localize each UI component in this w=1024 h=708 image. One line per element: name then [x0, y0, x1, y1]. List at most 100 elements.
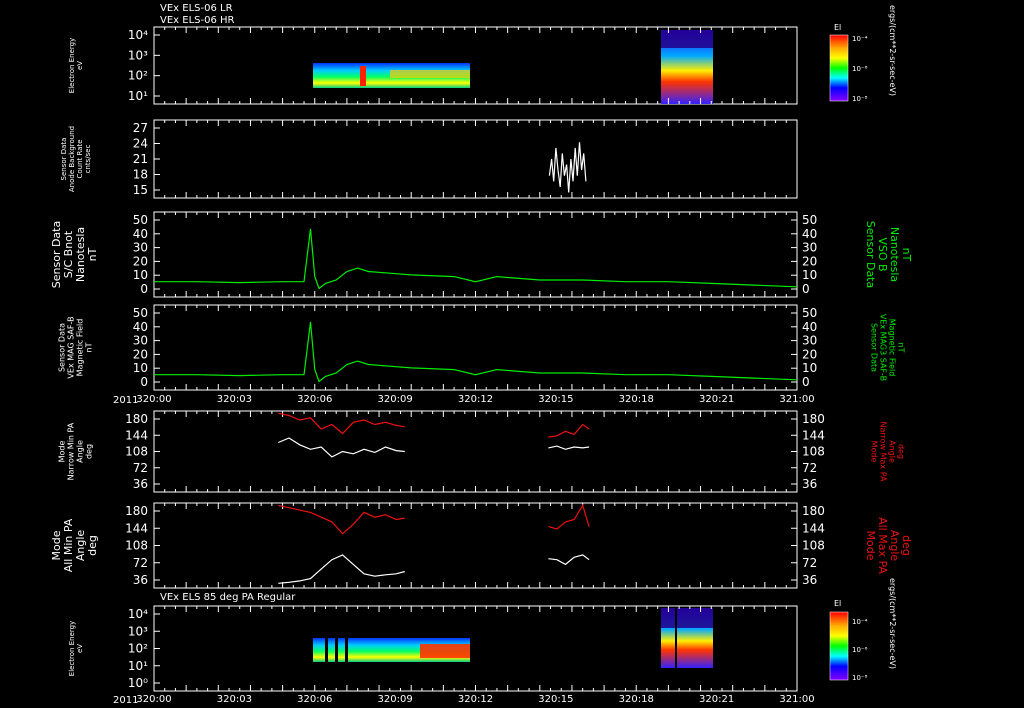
y-axis-label-right: Angle	[888, 440, 897, 463]
colorbar-1-tick-1: 10⁻⁴	[852, 35, 868, 43]
y-tick-label: 10³	[128, 48, 148, 62]
panel-3-frame	[153, 211, 798, 298]
y-axis-label: Magnetic Field	[76, 319, 85, 377]
x-tick-label: 320:18	[619, 394, 654, 405]
x-tick-label-bottom: 320:03	[217, 694, 252, 705]
spectrogram-band-1	[390, 70, 470, 78]
y-tick-label-right: 108	[802, 539, 825, 553]
y-axis-label: nT	[86, 247, 99, 261]
y-tick-label-right: 50	[802, 306, 817, 320]
colorbar-2-tick-3: 10⁻⁸	[852, 674, 868, 682]
x-tick-label: 320:06	[297, 394, 332, 405]
x-tick-label: 320:09	[378, 394, 413, 405]
spectrogram-gap-2	[335, 638, 338, 662]
y-tick-label-right: 40	[802, 227, 817, 241]
spectrogram-gap-4	[675, 608, 677, 668]
series-line	[548, 445, 590, 450]
y-axis-label: Electron Energy	[68, 38, 76, 93]
colorbar-2: El 10⁻⁴ 10⁻⁶ 10⁻⁸ ergs/(cm**2-sr-sec-eV)	[829, 578, 897, 682]
y-axis-label: Angle	[76, 440, 85, 463]
y-tick-label: 180	[125, 412, 148, 426]
y-tick-label: 40	[133, 227, 148, 241]
colorbar-2-label: El	[834, 599, 841, 608]
y-tick-label: 36	[133, 477, 148, 491]
y-axis-label: Anode Background	[68, 126, 76, 192]
panel-2-frame	[153, 119, 798, 199]
y-axis-label-right: VEx MAG3 SAF-B	[879, 314, 888, 381]
plot-canvas: VEx ELS-06 LR VEx ELS-06 HR VEx ELS 85 d…	[50, 3, 913, 706]
y-tick-label-right: 180	[802, 412, 825, 426]
series-line	[154, 228, 798, 290]
y-tick-label: 10³	[128, 624, 148, 638]
y-tick-label-right: 20	[802, 347, 817, 361]
y-tick-label-right: 36	[802, 477, 817, 491]
y-tick-label: 21	[133, 152, 148, 166]
series-line	[154, 321, 798, 383]
y-axis-label: VEx MAG SAF-B	[67, 316, 76, 378]
y-tick-label-right: 72	[802, 461, 817, 475]
y-tick-label: 10⁴	[128, 28, 148, 42]
series-line	[548, 554, 590, 566]
y-axis-label: Sensor Data	[60, 138, 68, 181]
y-tick-label: 10²	[128, 69, 148, 83]
y-tick-label-right: 180	[802, 504, 825, 518]
y-tick-label-right: 144	[802, 428, 825, 442]
y-tick-label: 72	[133, 556, 148, 570]
y-tick-label-right: 20	[802, 254, 817, 268]
y-tick-label: 0	[140, 282, 148, 296]
x-tick-label-bottom: 320:18	[619, 694, 654, 705]
y-tick-label: 18	[133, 168, 148, 182]
bottom-panel-title: VEx ELS 85 deg PA Regular	[160, 592, 296, 603]
y-tick-label: 10⁰	[128, 676, 148, 690]
y-tick-label: 144	[125, 521, 148, 535]
panel-1-spectrogram	[313, 30, 713, 104]
spectrogram-hotspot-2	[420, 644, 470, 658]
panel-6-frame	[153, 502, 798, 589]
year-label-lower: 2011	[113, 695, 138, 706]
y-tick-label: 72	[133, 461, 148, 475]
x-tick-label: 321:00	[779, 394, 814, 405]
y-axis-label: eV	[76, 644, 84, 653]
x-tick-label-bottom: 320:09	[378, 694, 413, 705]
colorbar-1-tick-3: 10⁻⁸	[852, 95, 868, 103]
x-tick-label: 320:21	[699, 394, 734, 405]
y-axis-label-right: Sensor Data	[870, 323, 879, 372]
y-tick-label: 36	[133, 573, 148, 587]
series-line	[278, 504, 405, 535]
y-tick-label: 30	[133, 241, 148, 255]
y-tick-label-right: 144	[802, 521, 825, 535]
y-tick-label: 108	[125, 539, 148, 553]
y-tick-label-right: 30	[802, 334, 817, 348]
y-axis-label-right: All Max PA	[876, 517, 889, 574]
y-tick-label: 108	[125, 445, 148, 459]
y-tick-label: 40	[133, 320, 148, 334]
series-line	[548, 423, 590, 438]
x-tick-label-bottom: 320:21	[699, 694, 734, 705]
year-label-upper: 2011	[113, 395, 138, 406]
panel-5-frame	[153, 410, 798, 493]
y-tick-label-right: 108	[802, 445, 825, 459]
y-axis-label-right: Mode	[870, 441, 879, 463]
y-tick-label: 144	[125, 428, 148, 442]
colorbar-1-label: El	[834, 23, 841, 32]
y-tick-label: 24	[133, 137, 148, 151]
y-axis-label-right: Angle	[888, 530, 901, 562]
spectrogram-gap-1	[325, 638, 328, 662]
y-tick-label: 27	[133, 121, 148, 135]
y-tick-label-right: 0	[802, 282, 810, 296]
colorbar-2-tick-2: 10⁻⁶	[852, 646, 868, 654]
x-tick-label-bottom: 320:12	[458, 694, 493, 705]
series-line	[278, 412, 405, 435]
y-axis-label-right: nT	[897, 343, 906, 353]
y-tick-label-right: 72	[802, 556, 817, 570]
y-tick-label: 10	[133, 361, 148, 375]
y-tick-label: 30	[133, 334, 148, 348]
series-line	[548, 142, 587, 193]
y-axis-label-right: Magnetic Field	[888, 319, 897, 377]
x-tick-label-bottom: 321:00	[779, 694, 814, 705]
y-axis-label: nT	[85, 342, 94, 352]
y-tick-label-right: 50	[802, 213, 817, 227]
x-tick-label-bottom: 320:15	[538, 694, 573, 705]
y-tick-label: 10²	[128, 642, 148, 656]
y-axis-label: deg	[85, 444, 94, 459]
